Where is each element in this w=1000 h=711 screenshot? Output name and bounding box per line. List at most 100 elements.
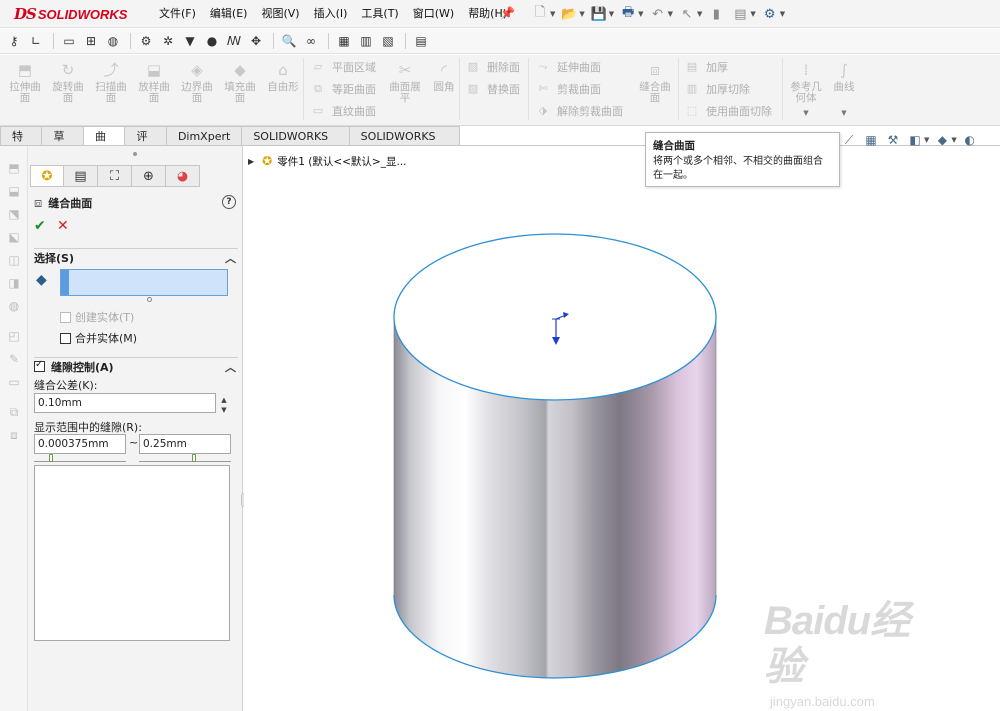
cylinder-top-face[interactable] [393, 233, 717, 401]
location-pin-icon[interactable]: ● [202, 32, 222, 50]
options-dropdown-icon[interactable]: ▼ [780, 10, 785, 18]
strip-paste-icon[interactable]: ⧈ [6, 427, 22, 443]
strip-trim-icon[interactable]: ◰ [6, 328, 22, 344]
extend-surface-button[interactable]: ⤳ 延伸曲面 [535, 58, 601, 76]
gaps-list-box[interactable] [34, 465, 230, 641]
strip-extend-icon[interactable]: ◨ [6, 275, 22, 291]
tab-features[interactable]: 特征 [0, 126, 43, 162]
collapse-chevron-icon[interactable]: ︿ [225, 250, 236, 266]
offset-surface-button[interactable]: ⧉ 等距曲面 [310, 80, 376, 98]
gear-icon[interactable]: ⚙ [136, 32, 156, 50]
file-properties-dropdown-icon[interactable]: ▼ [750, 10, 755, 18]
revolve-surface-button[interactable]: ↻ 旋转曲 面 [49, 61, 87, 104]
document-icon[interactable]: ▤ [411, 32, 431, 50]
gap-range-max-input[interactable]: 0.25mm [139, 434, 231, 454]
thicken-cut-button[interactable]: ▥ 加厚切除 [684, 80, 750, 98]
strip-screen-icon[interactable]: ▭ [6, 374, 22, 390]
display-manager-tab[interactable]: ◕ [166, 165, 200, 187]
gap-range-max-slider[interactable] [139, 454, 231, 462]
fill-surface-button[interactable]: ◆ 填充曲 面 [221, 61, 259, 104]
feature-tree-flyout[interactable]: ▶ ✪ 零件1 (默认<<默认>_显... [248, 153, 407, 169]
file-properties-icon[interactable]: ▤ [730, 5, 750, 23]
flatten-surface-button[interactable]: ✂ 曲面展 平 [386, 61, 424, 104]
cut-with-surface-button[interactable]: ⬚ 使用曲面切除 [684, 102, 772, 120]
reference-geometry-dropdown-icon[interactable]: ▼ [787, 108, 825, 119]
curves-dropdown-icon[interactable]: ▼ [825, 108, 863, 119]
undo-dropdown-icon[interactable]: ▼ [668, 10, 673, 18]
menu-file[interactable]: 文件(F) [152, 0, 203, 28]
curves-button[interactable]: ∫ 曲线 ▼ [825, 61, 863, 119]
property-manager-tab[interactable]: ▤ [64, 165, 98, 187]
search-icon[interactable]: 🔍 [279, 32, 299, 50]
gap-range-min-slider[interactable] [34, 454, 126, 462]
hide-show-dropdown-icon[interactable]: ▼ [924, 136, 929, 144]
extrude-surface-button[interactable]: ⬒ 拉伸曲 面 [6, 61, 44, 104]
boundary-surface-button[interactable]: ◈ 边界曲 面 [178, 61, 216, 104]
tab-solidworks-addins[interactable]: SOLIDWORKS 插件 [242, 126, 350, 162]
options-gear-icon[interactable]: ⚙ [760, 5, 780, 23]
min-slider-thumb[interactable] [49, 454, 53, 462]
cancel-x-icon[interactable]: ✕ [57, 218, 69, 234]
reference-geometry-button[interactable]: ⁞ 参考几 何体 ▼ [787, 61, 825, 119]
gap-control-section-header[interactable]: 缝隙控制(A) ︿ [34, 357, 238, 375]
image-export-icon[interactable]: ▧ [378, 32, 398, 50]
print-dropdown-icon[interactable]: ▼ [638, 10, 643, 18]
max-slider-thumb[interactable] [192, 454, 196, 462]
cylinder-surface-model[interactable] [380, 225, 725, 690]
expand-arrow-icon[interactable]: ▶ [248, 157, 254, 166]
knit-surface-button[interactable]: ⧈ 缝合曲 面 [636, 61, 674, 104]
planar-surface-button[interactable]: ▱ 平面区域 [310, 58, 376, 76]
strip-boundary-icon[interactable]: ⬕ [6, 229, 22, 245]
tab-surfaces[interactable]: 曲面 [83, 126, 126, 162]
tolerance-spinner[interactable]: ▲ ▼ [219, 395, 229, 415]
selection-resize-dot[interactable] [147, 297, 152, 302]
configuration-manager-tab[interactable]: ⛶ [98, 165, 132, 187]
key-icon[interactable]: ⚷ [4, 32, 24, 50]
help-icon[interactable]: ? [222, 195, 236, 209]
create-solid-option[interactable]: 创建实体(T) [60, 309, 134, 325]
menu-view[interactable]: 视图(V) [254, 0, 306, 28]
save-dropdown-icon[interactable]: ▼ [609, 10, 614, 18]
collapse-chevron-icon[interactable]: ︿ [225, 359, 236, 375]
gear-assembly-icon[interactable]: ✥ [246, 32, 266, 50]
sweep-surface-button[interactable]: ⤴ 扫描曲 面 [92, 61, 130, 104]
undo-icon[interactable]: ↶ [648, 5, 668, 23]
open-icon[interactable]: 📂 [559, 5, 579, 23]
pin-menu-icon[interactable]: 📌 [500, 6, 515, 20]
view-cube-dropdown-icon[interactable]: ▼ [951, 136, 956, 144]
strip-edit-icon[interactable]: ✎ [6, 351, 22, 367]
settings-icon[interactable]: ✲ [158, 32, 178, 50]
gap-range-min-input[interactable]: 0.000375mm [34, 434, 126, 454]
sketch-corner-icon[interactable]: ∟ [26, 32, 46, 50]
print-preview-icon[interactable]: ▥ [356, 32, 376, 50]
spin-up-icon[interactable]: ▲ [219, 395, 229, 405]
strip-sphere-icon[interactable]: ◍ [6, 298, 22, 314]
menu-window[interactable]: 窗口(W) [406, 0, 461, 28]
binoculars-icon[interactable]: ∞ [301, 32, 321, 50]
trim-surface-button[interactable]: ✄ 剪裁曲面 [535, 80, 601, 98]
tab-evaluate[interactable]: 评估 [125, 126, 167, 162]
thicken-button[interactable]: ▤ 加厚 [684, 58, 728, 76]
knit-tolerance-input[interactable]: 0.10mm [34, 393, 216, 413]
globe-icon[interactable]: ◍ [103, 32, 123, 50]
surfaces-selection-box[interactable] [60, 269, 228, 296]
spin-down-icon[interactable]: ▼ [219, 405, 229, 415]
menu-edit[interactable]: 编辑(E) [203, 0, 255, 28]
fillet-button[interactable]: ◜ 圆角 [425, 61, 463, 93]
tab-sketch[interactable]: 草图 [42, 126, 84, 162]
ruled-surface-button[interactable]: ▭ 直纹曲面 [310, 102, 376, 120]
print-icon[interactable]: 🖶 [618, 5, 638, 23]
select-dropdown-icon[interactable]: ▼ [697, 10, 702, 18]
ok-checkmark-icon[interactable]: ✔ [34, 218, 46, 234]
select-icon[interactable]: ↖ [677, 5, 697, 23]
new-dropdown-icon[interactable]: ▼ [550, 10, 555, 18]
delete-face-button[interactable]: ▧ 删除面 [465, 58, 520, 76]
dimxpert-manager-tab[interactable]: ⊕ [132, 165, 166, 187]
menu-tools[interactable]: 工具(T) [354, 0, 405, 28]
menu-insert[interactable]: 插入(I) [307, 0, 355, 28]
bucket-icon[interactable]: ▼ [180, 32, 200, 50]
excel-icon[interactable]: ▦ [334, 32, 354, 50]
selection-section-header[interactable]: 选择(S) ︿ [34, 248, 238, 266]
tab-dimxpert[interactable]: DimXpert [166, 126, 243, 146]
strip-fill-icon[interactable]: ◫ [6, 252, 22, 268]
